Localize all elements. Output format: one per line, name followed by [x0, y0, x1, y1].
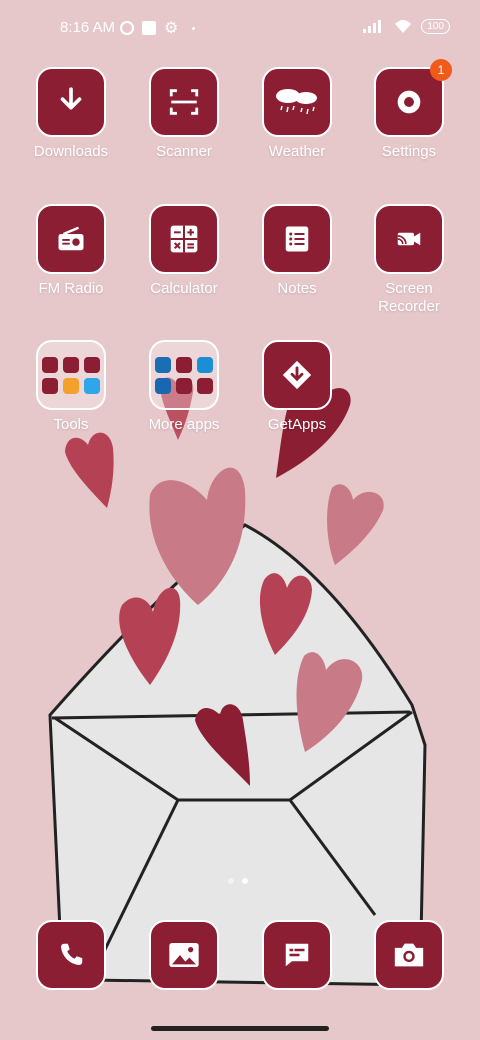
- app-fm-radio[interactable]: FM Radio: [16, 204, 126, 298]
- file-manager-app-icon: [63, 377, 79, 394]
- messages-icon: [285, 943, 309, 967]
- app-label: Screen Recorder: [378, 280, 440, 315]
- notification-badge: 1: [430, 59, 452, 81]
- gesture-navigation-bar[interactable]: [151, 1026, 329, 1031]
- more-dot-icon: [192, 26, 196, 30]
- app-settings[interactable]: 1 Settings: [354, 59, 464, 161]
- radio-icon: [58, 226, 84, 251]
- whatsapp-app-icon: [63, 356, 79, 373]
- scanner-tile[interactable]: [149, 67, 219, 137]
- dock-messages[interactable]: [242, 920, 352, 990]
- app-getapps[interactable]: GetApps: [242, 340, 352, 434]
- facebook-app-icon: [176, 356, 192, 373]
- app-label: Calculator: [150, 280, 218, 297]
- app-label: Downloads: [33, 143, 109, 160]
- lightbulb-app-icon: [42, 377, 58, 394]
- app-notes[interactable]: Notes: [242, 204, 352, 298]
- dock-gallery[interactable]: [129, 920, 239, 990]
- settings-status-icon: ⚙: [164, 20, 179, 37]
- calculator-icon: [170, 225, 198, 253]
- app-downloads[interactable]: Downloads: [16, 67, 126, 161]
- gallery-tile[interactable]: [149, 920, 219, 990]
- prime-video-app-icon: [197, 356, 213, 373]
- battery-indicator: 100: [421, 18, 450, 34]
- notes-icon: [285, 226, 309, 252]
- getapps-icon: [282, 360, 312, 390]
- app-scanner[interactable]: Scanner: [129, 67, 239, 161]
- app-label: Weather: [268, 143, 326, 160]
- calculator-tile[interactable]: [149, 204, 219, 274]
- page-indicator: [228, 878, 248, 884]
- netflix-app-icon: [197, 377, 213, 394]
- linkedin-app-icon: [155, 377, 171, 394]
- app-label: Scanner: [156, 143, 212, 160]
- settings-tile[interactable]: 1: [374, 59, 452, 137]
- tools-folder-tile[interactable]: [36, 340, 106, 410]
- messages-tile[interactable]: [262, 920, 332, 990]
- screen-recorder-icon: [397, 232, 421, 246]
- app-label: FM Radio: [38, 280, 104, 297]
- dock-phone[interactable]: [16, 920, 126, 990]
- scanner-icon: [169, 89, 199, 115]
- status-time: 8:16 AM: [60, 19, 116, 36]
- app-label: More apps: [148, 416, 220, 433]
- wifi-icon: [395, 20, 412, 33]
- shopping-app-icon: [176, 377, 192, 394]
- download-icon: [60, 87, 82, 110]
- app-screen-recorder[interactable]: Screen Recorder: [354, 204, 464, 316]
- amazon-app-icon: [155, 356, 171, 373]
- downloads-tile[interactable]: [36, 67, 106, 137]
- gallery-icon: [169, 943, 199, 967]
- folder-more-apps[interactable]: More apps: [129, 340, 239, 434]
- camera-icon: [394, 943, 424, 967]
- camera-tile[interactable]: [374, 920, 444, 990]
- data-saver-icon: [120, 21, 134, 35]
- folder-tools[interactable]: Tools: [16, 340, 126, 434]
- app-label: GetApps: [267, 416, 327, 433]
- app-weather[interactable]: Weather: [242, 67, 352, 161]
- compass-app-icon: [84, 377, 100, 394]
- weather-tile[interactable]: [262, 67, 332, 137]
- signal-icon: [363, 20, 382, 33]
- page-dot-active[interactable]: [242, 878, 248, 884]
- fm-radio-tile[interactable]: [36, 204, 106, 274]
- app-calculator[interactable]: Calculator: [129, 204, 239, 298]
- app-label: Tools: [53, 416, 89, 433]
- status-bar: 8:16 AM ⚙ 100: [0, 0, 480, 56]
- notification-square-icon: [142, 21, 156, 35]
- weather-icon: [276, 89, 317, 115]
- getapps-tile[interactable]: [262, 340, 332, 410]
- more-apps-folder-tile[interactable]: [149, 340, 219, 410]
- app-label: Notes: [277, 280, 317, 297]
- gear-icon: [397, 90, 421, 114]
- phone-tile[interactable]: [36, 920, 106, 990]
- notes-tile[interactable]: [262, 204, 332, 274]
- page-dot[interactable]: [228, 878, 234, 884]
- app-label: Settings: [381, 143, 437, 160]
- dock-camera[interactable]: [354, 920, 464, 990]
- mail-app-icon: [42, 356, 58, 373]
- security-app-icon: [84, 356, 100, 373]
- screen-recorder-tile[interactable]: [374, 204, 444, 274]
- phone-icon: [61, 943, 83, 965]
